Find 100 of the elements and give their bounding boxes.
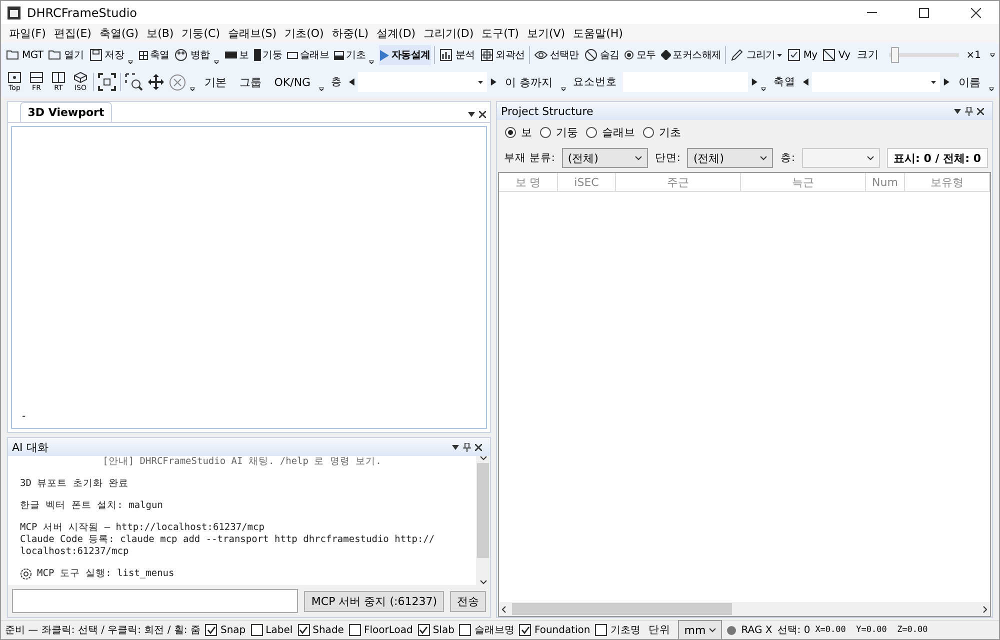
palette-icon (174, 48, 188, 62)
menu-item[interactable]: 편집(E) (50, 26, 96, 41)
layer-checkbox[interactable]: Foundation (519, 624, 590, 636)
pin-icon (965, 106, 973, 116)
filter-label: 부재 분류: (503, 151, 556, 165)
vertical-scrollbar[interactable] (476, 456, 490, 585)
diamond-icon (660, 50, 671, 60)
mcp-server-button[interactable]: MCP 서버 중지 (:61237) (304, 590, 444, 612)
filter-select[interactable]: (전체) (562, 148, 648, 168)
chat-message: [안내] DHRCFrameStudio AI 채팅. /help 로 명령 보기. (102, 456, 382, 468)
toolbar-button[interactable]: 외곽선 (478, 45, 526, 65)
close-icon (475, 444, 482, 450)
toolbar-button[interactable]: 이름 (954, 74, 986, 90)
toolbar-button[interactable]: 기본 (199, 74, 232, 90)
move-icon (148, 74, 164, 90)
auto-design-button[interactable]: 자동설계 (379, 45, 432, 65)
top-view-icon (8, 72, 21, 83)
toolbar-button[interactable]: 보 (224, 45, 250, 65)
toolbar-button[interactable]: MGT (5, 45, 44, 65)
column-header: Num (866, 173, 905, 191)
layer-checkbox[interactable]: Slab (418, 624, 454, 636)
beam-icon (224, 51, 237, 59)
column-header: 보 명 (499, 173, 558, 191)
layer-checkbox[interactable]: 슬래브명 (459, 623, 514, 637)
layer-checkbox[interactable]: Snap (205, 624, 246, 636)
member-type-radio[interactable]: 슬래브 (586, 124, 635, 140)
unit-select[interactable]: mm (678, 620, 722, 640)
layer-checkbox[interactable]: 기초명 (595, 623, 640, 637)
toolbar-button[interactable]: Vy (821, 45, 852, 65)
member-type-radio[interactable]: 보 (505, 124, 532, 140)
menu-item[interactable]: 보(B) (142, 26, 178, 41)
column-header: 늑근 (741, 173, 866, 191)
toolbar-button[interactable]: 축열 (138, 45, 170, 65)
next-arrow-icon (943, 77, 951, 87)
toolbar-button[interactable]: 병합 (173, 45, 211, 65)
chat-message: 한글 벡터 폰트 설치: malgun (20, 500, 164, 512)
toolbar-button[interactable]: 선택만 (532, 45, 580, 65)
column-header: 주근 (616, 173, 741, 191)
previous-arrow-icon (802, 77, 809, 87)
layer-checkbox[interactable]: Label (250, 624, 293, 636)
toolbar-button[interactable]: 열기 (47, 45, 85, 65)
menu-item[interactable]: 하중(L) (328, 26, 373, 41)
toolbar-button[interactable]: 슬래브 (286, 45, 330, 65)
send-button[interactable]: 전송 (450, 590, 486, 612)
menu-item[interactable]: 도구(T) (478, 26, 523, 41)
checked-square-icon (787, 48, 802, 62)
chat-input-field[interactable] (12, 589, 298, 613)
grid-icon (139, 50, 148, 60)
slider-thumb[interactable] (891, 47, 900, 63)
slab-icon (286, 51, 298, 59)
app-icon (7, 6, 21, 20)
menu-item[interactable]: 설계(D) (372, 26, 420, 41)
menu-item[interactable]: 도움말(H) (569, 26, 627, 41)
toolbar-button[interactable]: 모두 (623, 45, 657, 65)
zoom-select-icon (124, 73, 143, 91)
layer-checkbox[interactable]: Shade (298, 624, 344, 636)
menu-item[interactable]: 축열(G) (95, 26, 143, 41)
toolbar-button[interactable]: 기초 (333, 45, 366, 65)
menu-item[interactable]: 기둥(C) (178, 26, 224, 41)
tool-button[interactable] (124, 72, 144, 92)
filter-select[interactable]: (전체) (687, 148, 774, 168)
toolbar-button[interactable]: 숨김 (582, 45, 620, 65)
menu-item[interactable]: 슬래브(S) (224, 26, 281, 41)
selection-count: 선택: 0 (777, 624, 810, 637)
toolbar-button[interactable]: OK/NG (269, 76, 316, 88)
toolbar-button[interactable]: My (786, 45, 818, 65)
scroll-left-icon (502, 606, 506, 612)
status-dot (727, 626, 736, 634)
toolbar-button[interactable]: 그룹 (234, 74, 266, 90)
layer-checkbox[interactable]: FloorLoad (348, 624, 413, 636)
toolbar-button[interactable]: 분석 (438, 45, 476, 65)
chat-message: MCP 서버 시작됨 — http://localhost:61237/mcp Claude Code 등록: claude mcp add --transport http dhrcframestudio http:// localhost:61237/mcp (20, 522, 436, 558)
menu-item[interactable]: 기초(O) (280, 26, 328, 41)
toolbar-button[interactable]: 기둥 (252, 45, 283, 65)
tool-button[interactable] (146, 72, 165, 92)
checkmark-icon (520, 626, 530, 634)
scroll-right-icon (983, 606, 987, 612)
prohibited-icon (584, 48, 598, 62)
member-type-radio[interactable]: 기둥 (540, 124, 578, 140)
member-type-radio[interactable]: 기초 (643, 124, 681, 140)
menu-item[interactable]: 파일(F) (5, 26, 50, 41)
close-icon (971, 8, 981, 18)
pane-title: AI 대화 (12, 440, 48, 454)
close-icon (479, 111, 486, 118)
menu-item[interactable]: 보기(V) (522, 26, 570, 41)
draw-dropdown[interactable]: 그리기 (729, 45, 784, 65)
eye-icon (534, 48, 548, 62)
fit-view-icon (98, 73, 116, 91)
viewport-tab[interactable]: 3D Viewport (20, 102, 112, 122)
horizontal-scrollbar[interactable] (499, 602, 990, 616)
dropdown-caret-icon (760, 156, 768, 160)
tool-button[interactable] (96, 72, 117, 92)
size-slider[interactable] (889, 47, 960, 63)
column-header: 보유형 (905, 173, 990, 191)
toolbar-button[interactable]: 이 층까지 (500, 74, 558, 90)
toolbar-button[interactable]: 저장 (88, 45, 126, 65)
count-button[interactable]: 표시: 0 / 전체: 0 (886, 148, 988, 168)
overflow-icon (369, 60, 374, 64)
menu-item[interactable]: 그리기(D) (420, 26, 478, 41)
toolbar-button[interactable]: 포커스해제 (660, 45, 722, 65)
